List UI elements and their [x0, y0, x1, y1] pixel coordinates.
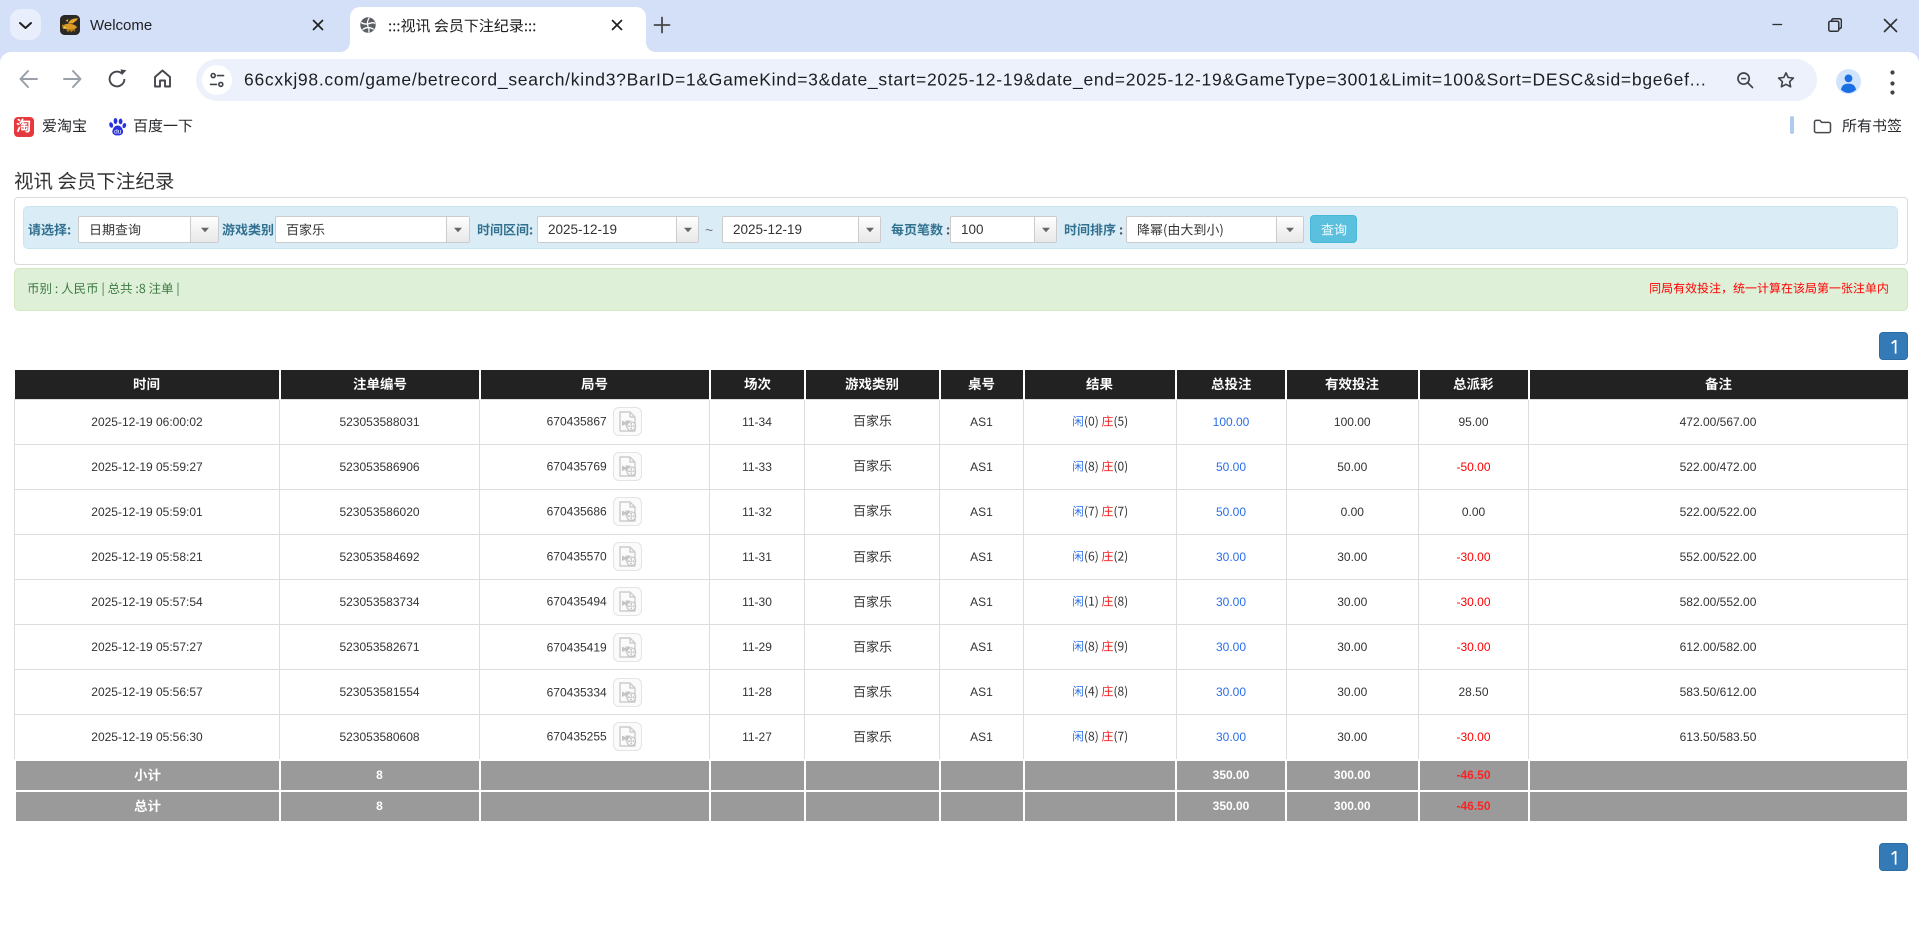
svg-text:du: du: [114, 128, 122, 135]
